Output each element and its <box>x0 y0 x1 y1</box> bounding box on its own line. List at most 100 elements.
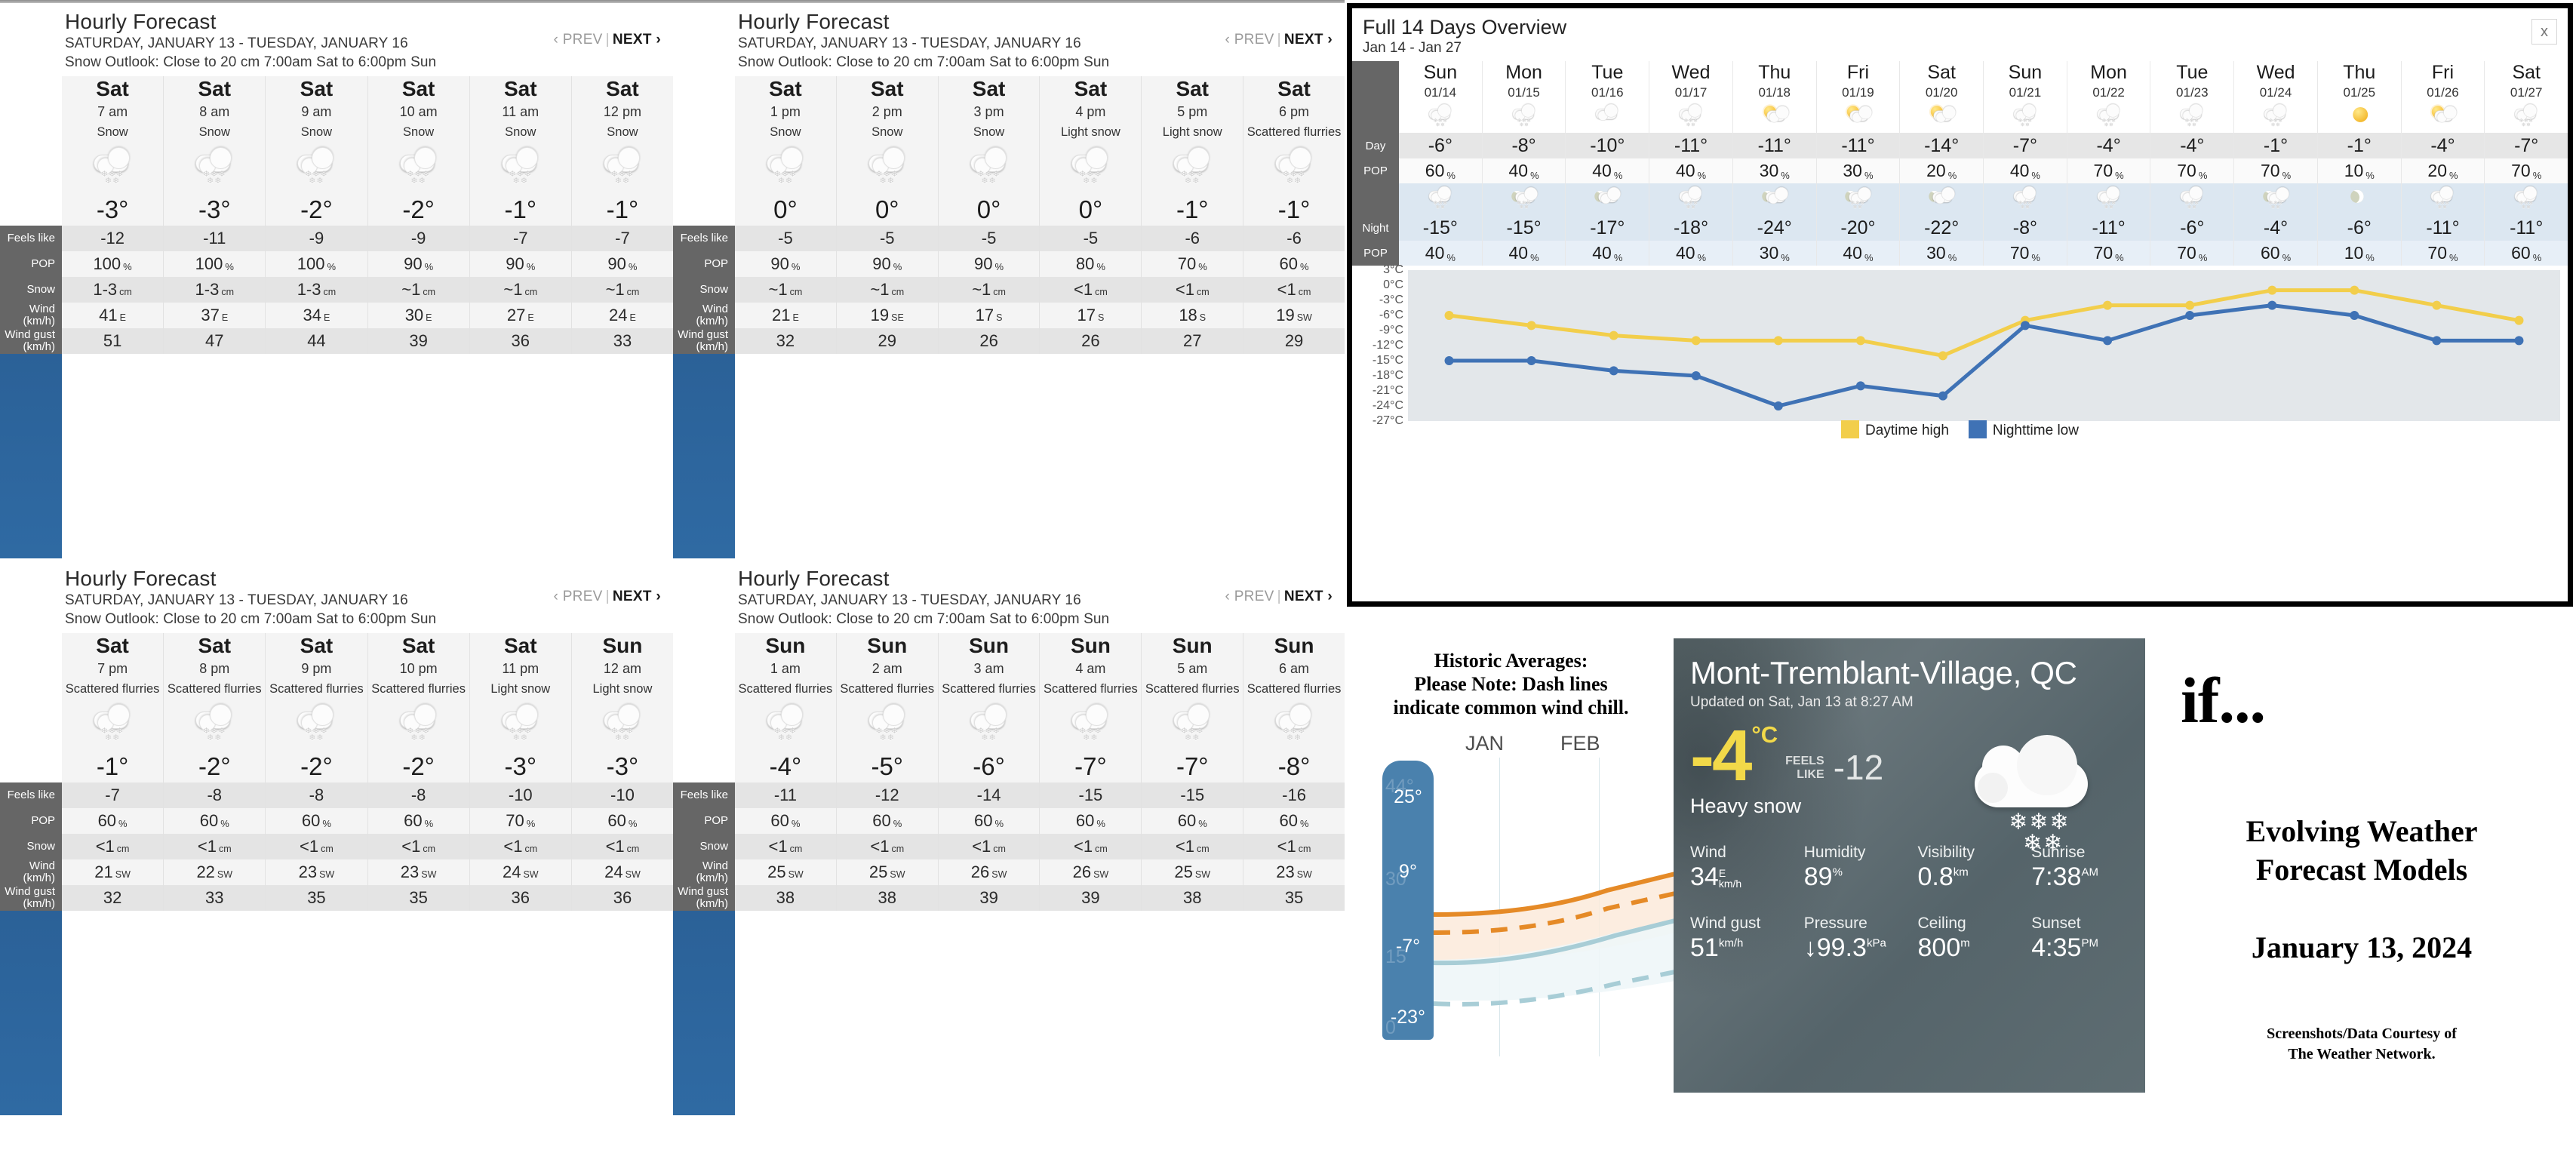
chart-data-point <box>2267 285 2277 295</box>
chart-series-line <box>1449 288 2519 358</box>
hourly-column[interactable]: Sat 10 pm Scattered flurries ❄❄❄ ❄❄ -2° -8 60% <… <box>367 633 470 912</box>
row-label-snow: Snow <box>699 839 728 853</box>
overview-day-column[interactable]: Tue 01/23 ❄❄❄ ❄❄ -4° 70% ❄❄❄ ❄❄ -6° 70% <box>2150 61 2235 266</box>
hourly-columns: Sun 1 am Scattered flurries ❄❄❄ ❄❄ -4° -11 60% <… <box>735 633 1345 912</box>
column-wind-gust: 51 <box>62 328 164 355</box>
column-hour: 2 am <box>836 659 938 679</box>
row-label-snow: Snow <box>26 839 55 853</box>
prev-button[interactable]: ‹ PREV <box>554 32 603 48</box>
hourly-column[interactable]: Sat 6 pm Scattered flurries ❄❄❄ ❄❄ -1° -6 60% <1… <box>1243 76 1345 355</box>
overview-day-column[interactable]: Fri 01/26 -4° 20% ❄❄❄ ❄❄ -11° 70% <box>2401 61 2485 266</box>
hourly-column[interactable]: Sat 9 am Snow ❄❄❄ ❄❄ -2° -9 100% 1-3 cm 34 E 44 <box>266 76 368 355</box>
column-icon-slot: ❄❄❄ ❄❄ <box>62 699 164 752</box>
next-button[interactable]: NEXT › <box>1284 589 1333 604</box>
snow-icon: ❄❄❄ ❄❄ <box>1271 704 1317 746</box>
hourly-column[interactable]: Sat 7 am Snow ❄❄❄ ❄❄ -3° -12 100% 1-3 cm 41 E 51 <box>62 76 164 355</box>
hourly-column[interactable]: Sat 4 pm Light snow ❄❄❄ ❄❄ 0° -5 80% <1 cm 17 S 26 <box>1040 76 1142 355</box>
hourly-column[interactable]: Sun 1 am Scattered flurries ❄❄❄ ❄❄ -4° -11 60% <… <box>735 633 837 912</box>
overview-day-column[interactable]: Sun 01/14 ❄❄❄ ❄❄ -6° 60% ❄❄❄ ❄❄ -15° 40% <box>1399 61 1483 266</box>
hourly-column[interactable]: Sat 10 am Snow ❄❄❄ ❄❄ -2° -9 90% ~1 cm 30 E 39 <box>367 76 470 355</box>
hourly-column[interactable]: Sun 3 am Scattered flurries ❄❄❄ ❄❄ -6° -14 60% <… <box>938 633 1041 912</box>
chart-y-tick: -15°C <box>1372 354 1403 367</box>
column-wind-gust: 29 <box>1243 328 1345 355</box>
hourly-column[interactable]: Sun 4 am Scattered flurries ❄❄❄ ❄❄ -7° -15 60% <… <box>1040 633 1142 912</box>
overview-night-temp: -11° <box>2401 215 2485 241</box>
overview-day-column[interactable]: Sat 01/27 ❄❄❄ ❄❄ -7° 70% ❄❄❄ ❄❄ -11° 60% <box>2485 61 2568 266</box>
overview-day-column[interactable]: Mon 01/22 ❄❄❄ ❄❄ -4° 70% ❄❄❄ ❄❄ -11° 70% <box>2067 61 2151 266</box>
column-temperature: -2° <box>266 751 367 783</box>
moon-snow-icon: ❄❄❄ ❄❄ <box>1509 186 1538 213</box>
overview-day-pop: 70% <box>2234 158 2317 183</box>
overview-night-temp: -15° <box>1482 215 1566 241</box>
overview-day-column[interactable]: Wed 01/17 ❄❄❄ ❄❄ -11° 40% ❄❄❄ ❄❄ -18° 40% <box>1649 61 1733 266</box>
hourly-column[interactable]: Sun 12 am Light snow ❄❄❄ ❄❄ -3° -10 60% <1 cm 24 SW… <box>571 633 674 912</box>
hourly-column[interactable]: Sat 5 pm Light snow ❄❄❄ ❄❄ -1° -6 70% <1 cm 18 S 27 <box>1142 76 1244 355</box>
hourly-column[interactable]: Sat 2 pm Snow ❄❄❄ ❄❄ 0° -5 90% ~1 cm 19 SE 29 <box>836 76 939 355</box>
column-icon-slot: ❄❄❄ ❄❄ <box>266 699 367 752</box>
column-wind: 37 E <box>164 303 266 329</box>
hourly-column[interactable]: Sun 6 am Scattered flurries ❄❄❄ ❄❄ -8° -16 60% <… <box>1243 633 1345 912</box>
column-snow: 1-3 cm <box>164 277 266 303</box>
overview-night-icon-slot <box>1566 183 1649 215</box>
overview-night-temp: -24° <box>1732 215 1816 241</box>
current-temperature: -4 <box>1690 715 1752 796</box>
column-hour: 9 am <box>266 102 367 122</box>
overview-day-column[interactable]: Thu 01/18 -11° 30% -24° 30% <box>1732 61 1817 266</box>
column-condition: Scattered flurries <box>367 678 469 700</box>
stat-value: 4:35PM <box>2031 933 2098 963</box>
column-hour: 7 pm <box>62 659 164 679</box>
next-button[interactable]: NEXT › <box>613 589 661 604</box>
column-snow: <1 cm <box>1243 277 1345 303</box>
prev-button[interactable]: ‹ PREV <box>554 589 603 604</box>
hourly-column[interactable]: Sat 7 pm Scattered flurries ❄❄❄ ❄❄ -1° -7 60% <1… <box>62 633 164 912</box>
scale-value-1: 9° <box>1399 860 1417 882</box>
row-label-wind-gust: Wind gust (km/h) <box>5 327 55 354</box>
hourly-column[interactable]: Sun 2 am Scattered flurries ❄❄❄ ❄❄ -5° -12 60% <… <box>836 633 939 912</box>
credit-line2: The Weather Network. <box>2288 1046 2436 1063</box>
next-button[interactable]: NEXT › <box>613 32 661 48</box>
column-day: Sun <box>1243 633 1345 659</box>
overview-day-pop: 40% <box>1984 158 2067 183</box>
hourly-column[interactable]: Sat 11 pm Light snow ❄❄❄ ❄❄ -3° -10 70% <1 cm 24 SW… <box>469 633 572 912</box>
close-icon[interactable]: x <box>2531 19 2557 45</box>
column-pop: 90% <box>836 251 938 278</box>
stat-value: 0.8km <box>1917 862 1969 892</box>
hourly-column[interactable]: Sat 11 am Snow ❄❄❄ ❄❄ -1° -7 90% ~1 cm 27 E 36 <box>469 76 572 355</box>
hourly-column[interactable]: Sat 12 pm Snow ❄❄❄ ❄❄ -1° -7 90% ~1 cm 24 E 33 <box>571 76 674 355</box>
column-wind-gust: 47 <box>164 328 266 355</box>
column-wind-gust: 44 <box>266 328 367 355</box>
hourly-column[interactable]: Sat 3 pm Snow ❄❄❄ ❄❄ 0° -5 90% ~1 cm 17 S 26 <box>938 76 1041 355</box>
overview-day-column[interactable]: Sat 01/20 -14° 20% -22° 30% <box>1900 61 1984 266</box>
next-button[interactable]: NEXT › <box>1284 32 1333 48</box>
column-wind-gust: 39 <box>1040 885 1142 912</box>
chart-series-line <box>1449 303 2519 408</box>
overview-day-column[interactable]: Thu 01/25 -1° 10% -6° 10% <box>2317 61 2402 266</box>
column-feels-like: -5 <box>836 226 938 252</box>
row-label-pop-night: POP <box>1363 247 1388 260</box>
row-label-feels-like: Feels like <box>680 788 728 801</box>
snow-icon: ❄❄❄ ❄❄ <box>293 704 340 746</box>
prev-button[interactable]: ‹ PREV <box>1225 589 1274 604</box>
snow-icon: ❄❄❄ ❄❄ <box>2512 103 2541 131</box>
snow-icon: ❄❄❄ ❄❄ <box>966 704 1013 746</box>
overview-day-temp: -4° <box>2150 133 2234 158</box>
snow-icon: ❄❄❄ ❄❄ <box>864 704 911 746</box>
hourly-column[interactable]: Sat 8 am Snow ❄❄❄ ❄❄ -3° -11 100% 1-3 cm 37 E 47 <box>164 76 266 355</box>
overview-day-column[interactable]: Tue 01/16 -10° 40% -17° 40% <box>1566 61 1650 266</box>
overview-day-column[interactable]: Mon 01/15 ❄❄❄ ❄❄ -8° 40% ❄❄❄ ❄❄ -15° 40% <box>1482 61 1566 266</box>
hourly-column[interactable]: Sat 1 pm Snow ❄❄❄ ❄❄ 0° -5 90% ~1 cm 21 E 32 <box>735 76 837 355</box>
column-snow: <1 cm <box>938 834 1040 860</box>
overview-day-column[interactable]: Sun 01/21 ❄❄❄ ❄❄ -7° 40% ❄❄❄ ❄❄ -8° 70% <box>1984 61 2067 266</box>
hourly-column[interactable]: Sat 9 pm Scattered flurries ❄❄❄ ❄❄ -2° -8 60% <1… <box>266 633 368 912</box>
panel-title: Hourly Forecast <box>65 10 217 33</box>
column-wind: 17 S <box>938 303 1040 329</box>
hourly-column[interactable]: Sat 8 pm Scattered flurries ❄❄❄ ❄❄ -2° -8 60% <1… <box>164 633 266 912</box>
hourly-column[interactable]: Sun 5 am Scattered flurries ❄❄❄ ❄❄ -7° -15 60% <… <box>1142 633 1244 912</box>
prev-button[interactable]: ‹ PREV <box>1225 32 1274 48</box>
overview-day-column[interactable]: Wed 01/24 ❄❄❄ ❄❄ -1° 70% ❄❄❄ ❄❄ -4° 60% <box>2234 61 2318 266</box>
column-snow: ~1 cm <box>938 277 1040 303</box>
column-pop: 70% <box>1142 251 1243 278</box>
column-wind: 25 SW <box>1142 859 1243 886</box>
overview-day-column[interactable]: Fri 01/19 -11° 30% ❄❄❄ ❄❄ -20° 40% <box>1816 61 1901 266</box>
scale-value-3: -23° <box>1390 1006 1426 1028</box>
